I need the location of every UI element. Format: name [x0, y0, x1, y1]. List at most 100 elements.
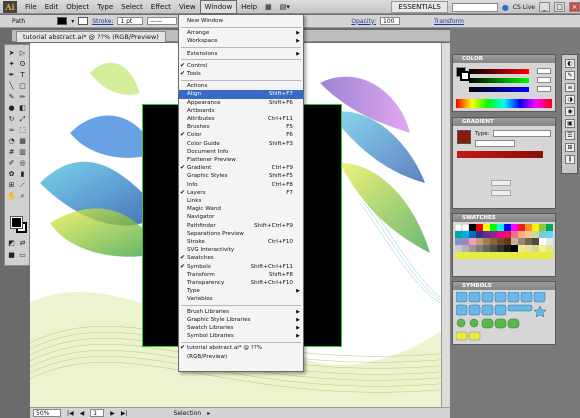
fill-color-box[interactable]: [10, 216, 23, 229]
align-icon[interactable]: ⫼: [565, 155, 575, 164]
window-menu-item-transform[interactable]: Transform Shift+F8: [179, 271, 303, 279]
window-menu-item-variables[interactable]: Variables: [179, 295, 303, 303]
swatches-panel-title[interactable]: SWATCHES: [453, 214, 555, 222]
menu-effect[interactable]: Effect: [147, 1, 175, 13]
workspace-switcher[interactable]: ESSENTIALS: [391, 1, 448, 13]
gradient-slider[interactable]: [457, 151, 543, 158]
window-menu-item-control[interactable]: ✔ Control: [179, 62, 303, 70]
shape-builder-icon[interactable]: ◔: [7, 137, 16, 146]
scale-tool-icon[interactable]: ⤢: [18, 115, 27, 124]
lasso-icon[interactable]: ʘ: [18, 60, 27, 69]
type-tool-icon[interactable]: T: [18, 71, 27, 80]
document-tab[interactable]: tutorial abstract.ai* @ ??% (RGB/Preview…: [16, 31, 166, 42]
direct-selection-tool-icon[interactable]: ▷: [18, 49, 27, 58]
menu-object[interactable]: Object: [62, 1, 93, 13]
window-menu-item-svg-interactivity[interactable]: SVG Interactivity: [179, 246, 303, 254]
cs-live-icon[interactable]: ●: [502, 3, 509, 12]
graph-tool-icon[interactable]: ▮: [18, 170, 27, 179]
brushes-icon[interactable]: ✎: [565, 71, 575, 80]
window-menu-item-attributes[interactable]: Attributes Ctrl+F11: [179, 115, 303, 123]
green-slider[interactable]: [469, 78, 529, 83]
arrange-docs-icon[interactable]: ▤▾: [276, 1, 294, 13]
window-menu-item-color-guide[interactable]: Color Guide Shift+F3: [179, 140, 303, 148]
window-menu-item-graphic-style-libraries[interactable]: Graphic Style Libraries ▶: [179, 316, 303, 324]
hand-tool-icon[interactable]: ✋: [7, 192, 16, 201]
menu-type[interactable]: Type: [93, 1, 117, 13]
mesh-tool-icon[interactable]: #: [7, 148, 16, 157]
maximize-button[interactable]: □: [554, 2, 565, 12]
window-menu-item-links[interactable]: Links: [179, 197, 303, 205]
line-tool-icon[interactable]: ╲: [7, 82, 16, 91]
magic-wand-icon[interactable]: ✦: [7, 60, 16, 69]
gradient-panel-title[interactable]: GRADIENT: [453, 118, 555, 126]
stroke-icon[interactable]: ≡: [565, 83, 575, 92]
transform-link[interactable]: Transform: [434, 18, 464, 25]
appearance-icon[interactable]: ◉: [565, 107, 575, 116]
color-mode-icon[interactable]: ■: [7, 251, 16, 260]
window-menu-item-graphic-styles[interactable]: Graphic Styles Shift+F5: [179, 172, 303, 180]
menu-file[interactable]: File: [21, 1, 41, 13]
window-menu-item-brush-libraries[interactable]: Brush Libraries ▶: [179, 308, 303, 316]
window-menu-item-document-info[interactable]: Document Info: [179, 148, 303, 156]
chevron-down-icon[interactable]: ▾: [71, 18, 74, 25]
stroke-profile-select[interactable]: ——: [147, 17, 178, 25]
window-menu-item-info[interactable]: Info Ctrl+F8: [179, 181, 303, 189]
paintbrush-icon[interactable]: ✎: [7, 93, 16, 102]
perspective-grid-icon[interactable]: ▦: [18, 137, 27, 146]
bridge-icon[interactable]: ▦: [261, 1, 276, 13]
layers-icon[interactable]: ☰: [565, 131, 575, 140]
window-menu-item-magic-wand[interactable]: Magic Wand: [179, 205, 303, 213]
search-input[interactable]: [451, 2, 498, 12]
cs-live-label[interactable]: CS Live: [513, 4, 535, 11]
artboard-tool-icon[interactable]: ⊞: [7, 181, 16, 190]
prev-artboard-icon[interactable]: ◀: [80, 410, 85, 417]
stroke-weight-field[interactable]: 1 pt: [117, 17, 144, 25]
window-menu-item-swatches[interactable]: ✔ Swatches: [179, 254, 303, 262]
zoom-tool-icon[interactable]: ⌕: [18, 192, 27, 201]
symbol-grid[interactable]: [456, 292, 554, 342]
minimize-button[interactable]: _: [539, 2, 550, 12]
graphic-styles-icon[interactable]: ▣: [565, 119, 575, 128]
red-slider[interactable]: [469, 69, 529, 74]
menu-window[interactable]: Window: [199, 0, 238, 14]
eraser-icon[interactable]: ◧: [18, 104, 27, 113]
window-menu-item-artboards[interactable]: Artboards: [179, 107, 303, 115]
color-spectrum[interactable]: [456, 99, 552, 108]
location-field[interactable]: [491, 190, 511, 196]
color-guide-icon[interactable]: ◐: [565, 59, 575, 68]
menu-select[interactable]: Select: [117, 1, 147, 13]
window-menu-item-layers[interactable]: ✔ Layers F7: [179, 189, 303, 197]
window-menu-item-new-window[interactable]: New Window: [179, 17, 303, 25]
eyedropper-icon[interactable]: ✐: [7, 159, 16, 168]
swatch-grid[interactable]: [455, 224, 555, 274]
window-menu-item-arrange[interactable]: Arrange ▶: [179, 29, 303, 37]
last-artboard-icon[interactable]: ▶|: [121, 410, 128, 417]
zoom-field[interactable]: 50%: [33, 409, 61, 417]
opacity-field[interactable]: 100: [380, 17, 401, 25]
free-transform-icon[interactable]: ⬚: [18, 126, 27, 135]
swap-colors-icon[interactable]: ⇄: [18, 239, 27, 248]
window-menu-item-workspace[interactable]: Workspace ▶: [179, 37, 303, 45]
screen-mode-icon[interactable]: ▭: [18, 251, 27, 260]
artboards-icon[interactable]: ⊞: [565, 143, 575, 152]
window-menu-item-tutorial-abstract-ai-rgb-preview[interactable]: ✔ tutorial abstract.ai* @ ??% (RGB/Previe…: [179, 344, 303, 359]
fill-swatch[interactable]: [57, 17, 68, 25]
color-panel-title[interactable]: COLOR: [453, 55, 555, 63]
red-value-field[interactable]: [537, 68, 551, 74]
vertical-scrollbar[interactable]: [441, 43, 450, 407]
window-menu-item-tools[interactable]: ✔ Tools: [179, 70, 303, 78]
close-button[interactable]: ×: [569, 2, 580, 12]
window-menu-item-symbols[interactable]: ✔ Symbols Shift+Ctrl+F11: [179, 263, 303, 271]
rectangle-tool-icon[interactable]: □: [18, 82, 27, 91]
window-menu-item-appearance[interactable]: Appearance Shift+F6: [179, 99, 303, 107]
blue-slider[interactable]: [469, 87, 529, 92]
window-menu-item-brushes[interactable]: Brushes F5: [179, 123, 303, 131]
menu-edit[interactable]: Edit: [41, 1, 63, 13]
stroke-swatch[interactable]: [78, 17, 89, 25]
window-menu-item-separations-preview[interactable]: Separations Preview: [179, 230, 303, 238]
gradient-angle-field[interactable]: [475, 140, 515, 147]
window-menu-item-pathfinder[interactable]: Pathfinder Shift+Ctrl+F9: [179, 222, 303, 230]
opacity-label[interactable]: Opacity:: [351, 18, 376, 25]
window-menu-item-extensions[interactable]: Extensions ▶: [179, 50, 303, 58]
window-menu-item-actions[interactable]: Actions: [179, 82, 303, 90]
